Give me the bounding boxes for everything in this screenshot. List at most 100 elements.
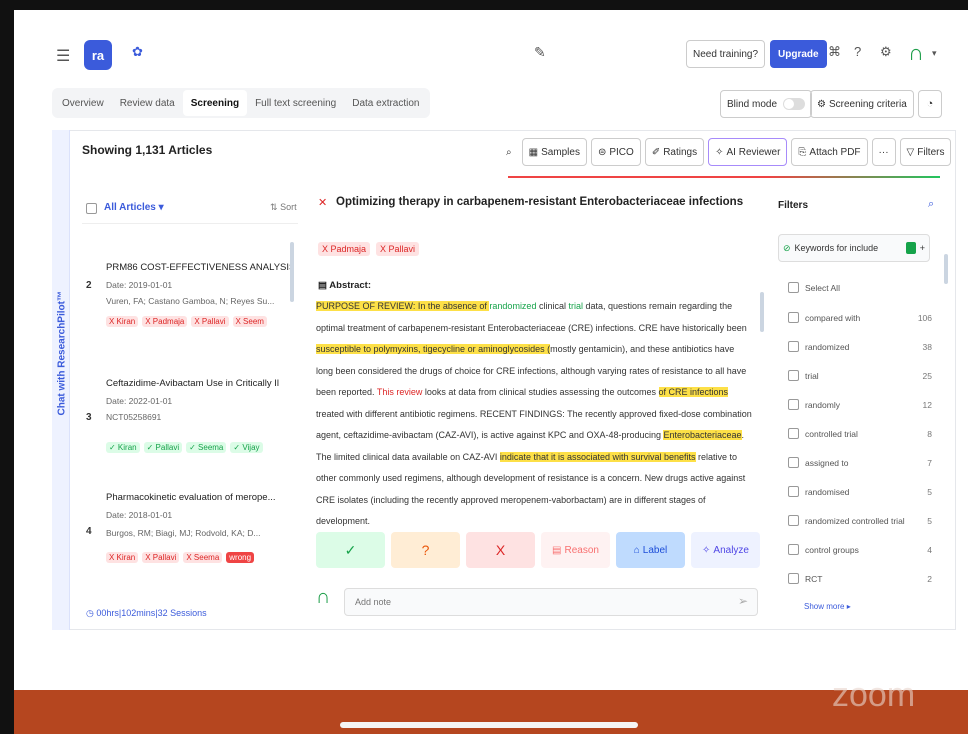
filter-label: randomized	[805, 341, 850, 352]
reviewer-chip: ✓ Kiran	[106, 442, 140, 453]
select-all-checkbox[interactable]	[86, 203, 97, 214]
checkbox[interactable]	[788, 428, 799, 439]
filter-item[interactable]: randomly 12	[788, 399, 932, 410]
maybe-button[interactable]: ?	[391, 532, 460, 568]
document-icon: ▤	[318, 280, 327, 291]
filter-item[interactable]: trial 25	[788, 370, 932, 381]
ratings-icon: ✐	[651, 146, 661, 158]
hamburger-menu-icon[interactable]: ☰	[56, 46, 70, 66]
list-item[interactable]: 2 PRM86 COST-EFFECTIVENESS ANALYSIS Date…	[82, 256, 298, 356]
include-button[interactable]: ✓	[316, 532, 385, 568]
filter-item[interactable]: controlled trial 8	[788, 428, 932, 439]
filter-item[interactable]: assigned to 7	[788, 457, 932, 468]
lightbulb-icon[interactable]: ◔	[918, 90, 942, 118]
reviewer-chip: wrong	[226, 552, 255, 563]
help-icon[interactable]: ?	[854, 44, 861, 59]
ai-reviewer-button[interactable]: ✧ AI Reviewer	[708, 138, 788, 166]
tab-review-data[interactable]: Review data	[112, 90, 183, 116]
ai-reviewer-label: AI Reviewer	[726, 146, 781, 158]
list-item[interactable]: 4 Pharmacokinetic evaluation of merope..…	[82, 486, 298, 586]
search-icon[interactable]: ⌕	[928, 198, 934, 211]
reviewer-chip: X Kiran	[106, 552, 139, 563]
pico-button[interactable]: ⊜ PICO	[590, 138, 641, 166]
upgrade-button[interactable]: Upgrade	[770, 40, 827, 68]
add-note-input[interactable]	[344, 588, 758, 616]
checkbox[interactable]	[788, 399, 799, 410]
edit-icon[interactable]: ✎	[534, 44, 546, 61]
checkbox[interactable]	[788, 544, 799, 555]
reviewer-chips: ✓ Kiran ✓ Pallavi ✓ Seema ✓ Vijay	[106, 442, 292, 453]
filter-item[interactable]: RCT 2	[788, 573, 932, 584]
screening-criteria-button[interactable]: ⚙ Screening criteria	[810, 90, 914, 118]
label-button[interactable]: ⌂ Label	[616, 532, 685, 568]
checkbox[interactable]	[788, 341, 799, 352]
tools-icon[interactable]: ⌘	[828, 44, 841, 60]
checkbox[interactable]	[788, 370, 799, 381]
reviewer-chip: X Pallavi	[191, 316, 229, 327]
analyze-button[interactable]: ✧ Analyze	[691, 532, 760, 568]
all-articles-dropdown[interactable]: All Articles ▾	[104, 202, 164, 213]
checkbox[interactable]	[788, 457, 799, 468]
tab-screening[interactable]: Screening	[182, 90, 248, 116]
filter-item[interactable]: randomized 38	[788, 341, 932, 352]
search-button[interactable]: ⌕	[500, 138, 518, 166]
send-icon[interactable]: ➢	[738, 594, 748, 608]
select-all-filter[interactable]: Select All	[788, 282, 932, 293]
show-more-link[interactable]: Show more ▸	[804, 602, 851, 611]
need-training-button[interactable]: Need training?	[686, 40, 766, 68]
tab-data-extraction[interactable]: Data extraction	[344, 90, 427, 116]
checkbox[interactable]	[788, 515, 799, 526]
all-articles-label: All Articles	[104, 202, 156, 213]
filter-item[interactable]: control groups 4	[788, 544, 932, 555]
filter-item[interactable]: randomized controlled trial 5	[788, 515, 932, 526]
app-logo[interactable]: ra	[84, 40, 112, 70]
reviewer-tag: X Padmaja	[318, 242, 371, 256]
blind-mode-toggle[interactable]: Blind mode	[720, 90, 813, 118]
user-avatar-icon[interactable]: ∩	[908, 40, 932, 68]
sparkle-icon[interactable]: ✿	[132, 44, 143, 60]
list-header: All Articles ▾ ⇅ Sort	[82, 194, 298, 224]
main-tabs: Overview Review data Screening Full text…	[52, 88, 430, 118]
toggle-switch[interactable]	[783, 98, 806, 110]
home-indicator[interactable]	[340, 722, 638, 728]
list-item[interactable]: 3 Ceftazidime-Avibactam Use in Criticall…	[82, 372, 298, 472]
checkbox[interactable]	[788, 312, 799, 323]
tab-full-text-screening[interactable]: Full text screening	[247, 90, 344, 116]
filter-label: control groups	[805, 544, 859, 555]
filter-item[interactable]: randomised 5	[788, 486, 932, 497]
article-detail-title: Optimizing therapy in carbapenem-resista…	[336, 196, 744, 208]
filter-count: 12	[922, 399, 932, 410]
decision-buttons: ✓ ? X ▤ Reason ⌂ Label ✧ Analyze	[316, 532, 760, 568]
sort-button[interactable]: ⇅ Sort	[270, 202, 297, 213]
chat-side-strip[interactable]: Chat with ResearchPilot™	[52, 130, 70, 630]
checkbox[interactable]	[788, 486, 799, 497]
filters-scrollbar[interactable]	[944, 254, 948, 284]
settings-icon[interactable]: ⚙	[880, 44, 892, 60]
checkbox[interactable]	[788, 573, 799, 584]
chevron-down-icon[interactable]: ▾	[932, 48, 937, 59]
reviewer-tag: X Pallavi	[376, 242, 420, 256]
filter-item[interactable]: compared with 106	[788, 312, 932, 323]
filter-count: 4	[927, 544, 932, 555]
filters-button[interactable]: ▽ Filters	[899, 138, 952, 166]
close-icon[interactable]: ✕	[318, 196, 327, 209]
analyze-icon: ✧	[702, 544, 711, 556]
attach-pdf-button[interactable]: ⎘ Attach PDF	[791, 138, 868, 166]
more-button[interactable]: ···	[871, 138, 896, 166]
tab-overview[interactable]: Overview	[54, 90, 112, 116]
reviewer-chips: X Kiran X Padmaja X Pallavi X Seem	[106, 316, 292, 327]
attach-pdf-label: Attach PDF	[809, 146, 861, 158]
filter-count: 38	[922, 341, 932, 352]
article-authors: Vuren, FA; Castano Gamboa, N; Reyes Su..…	[106, 296, 275, 306]
checkbox[interactable]	[788, 282, 799, 293]
keywords-include-dropdown[interactable]: ⊘ Keywords for include +	[778, 234, 930, 262]
screen: ☰ ra ✿ ✎ Need training? Upgrade ⌘ ? ⚙ ∩ …	[14, 10, 968, 690]
ratings-button[interactable]: ✐ Ratings	[644, 138, 705, 166]
abstract-segment: trial	[568, 301, 583, 311]
exclude-button[interactable]: X	[466, 532, 535, 568]
plus-icon[interactable]: +	[920, 243, 925, 253]
reason-button[interactable]: ▤ Reason	[541, 532, 610, 568]
samples-button[interactable]: ▦ Samples	[521, 138, 587, 166]
abstract-scrollbar[interactable]	[760, 292, 764, 332]
detail-tags: X Padmaja X Pallavi	[318, 242, 420, 256]
